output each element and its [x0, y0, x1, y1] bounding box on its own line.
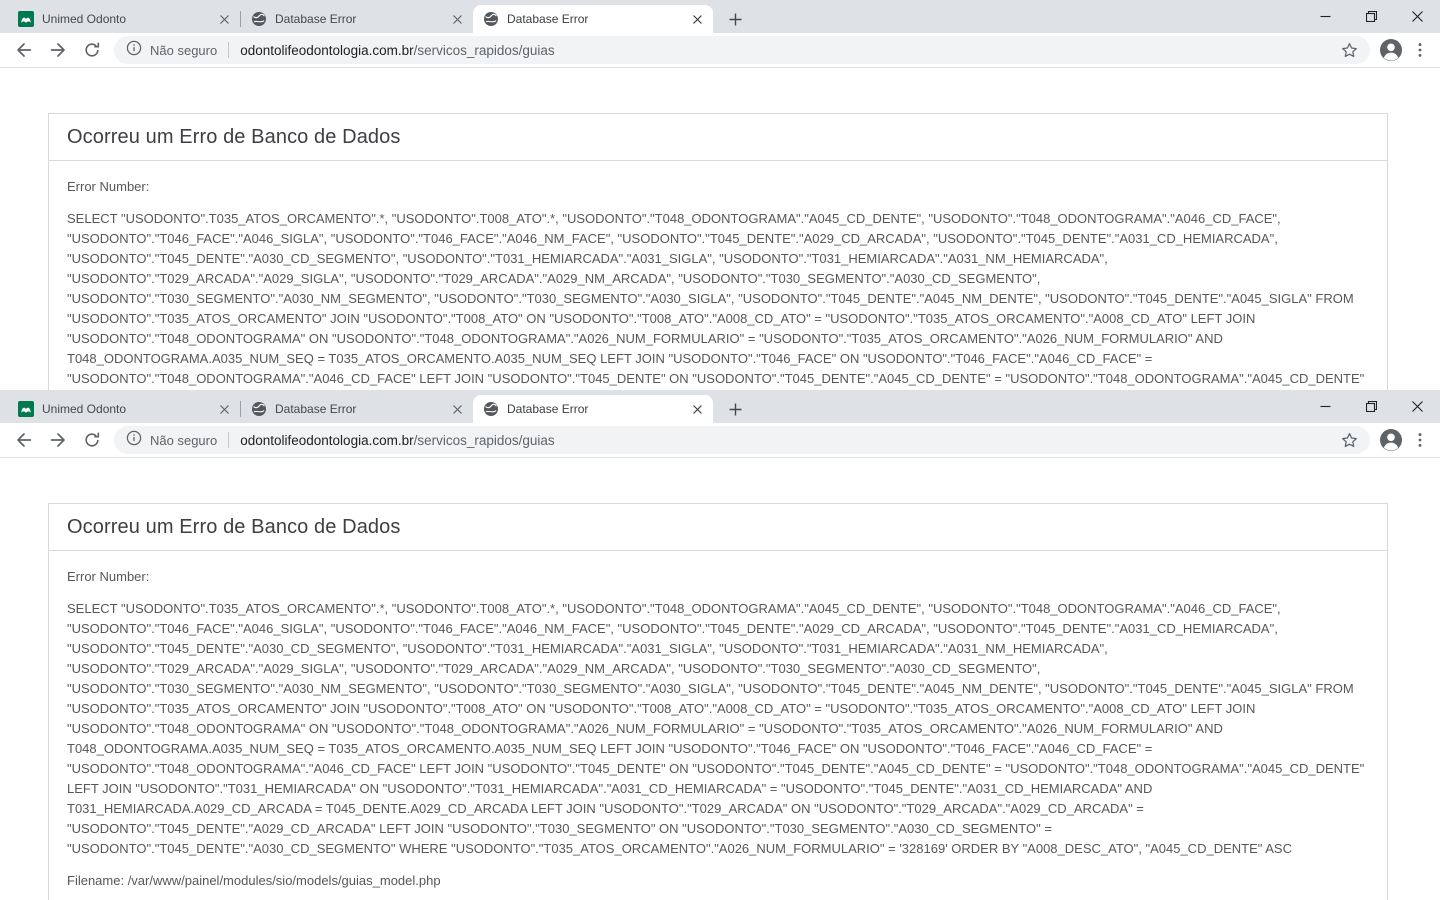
url-input[interactable]: odontolifeodontologia.com.br/servicos_ra… [240, 433, 1333, 448]
forward-icon[interactable] [44, 36, 72, 64]
database-error-box: Ocorreu um Erro de Banco de Dados Error … [48, 113, 1388, 390]
address-bar[interactable]: Não seguro odontolifeodontologia.com.br/… [114, 36, 1370, 64]
new-tab-button[interactable] [721, 5, 749, 33]
error-heading: Ocorreu um Erro de Banco de Dados [49, 114, 1387, 161]
profile-avatar-icon[interactable] [1377, 36, 1405, 64]
toolbar-right [1375, 36, 1433, 64]
restore-button[interactable] [1348, 0, 1394, 33]
unimed-favicon-icon [18, 401, 34, 417]
browser-toolbar: Não seguro odontolifeodontologia.com.br/… [0, 33, 1440, 68]
window-controls [1302, 0, 1440, 33]
tab-unimed-odonto[interactable]: Unimed Odonto [8, 5, 240, 33]
error-body: Error Number: SELECT "USODONTO".T035_ATO… [49, 551, 1387, 900]
tab-database-error-1[interactable]: Database Error [241, 5, 473, 33]
browser-window-top: Unimed Odonto Database Error Database Er… [0, 0, 1440, 390]
tab-close-icon[interactable] [216, 11, 232, 27]
tab-unimed-odonto[interactable]: Unimed Odonto [8, 395, 240, 423]
bookmark-star-icon[interactable] [1341, 42, 1358, 59]
close-window-button[interactable] [1394, 0, 1440, 33]
tab-close-icon[interactable] [689, 11, 705, 27]
sql-query-text: SELECT "USODONTO".T035_ATOS_ORCAMENTO".*… [67, 211, 1365, 386]
database-error-box: Ocorreu um Erro de Banco de Dados Error … [48, 503, 1388, 900]
url-path: /servicos_rapidos/guias [413, 432, 555, 448]
window-controls [1302, 390, 1440, 423]
browser-window-bottom: Unimed Odonto Database Error Database Er… [0, 390, 1440, 900]
close-window-button[interactable] [1394, 390, 1440, 423]
minimize-button[interactable] [1302, 390, 1348, 423]
chrome-menu-icon[interactable] [1407, 36, 1433, 64]
error-heading: Ocorreu um Erro de Banco de Dados [49, 504, 1387, 551]
back-icon[interactable] [10, 36, 38, 64]
bookmark-star-icon[interactable] [1341, 432, 1358, 449]
tab-close-icon[interactable] [449, 401, 465, 417]
site-security-chip[interactable]: Não seguro [126, 430, 217, 451]
tab-title: Database Error [507, 12, 589, 26]
error-body: Error Number: SELECT "USODONTO".T035_ATO… [49, 161, 1387, 390]
site-security-chip[interactable]: Não seguro [126, 40, 217, 61]
minimize-button[interactable] [1302, 0, 1348, 33]
new-tab-button[interactable] [721, 395, 749, 423]
error-number-label: Error Number: [67, 569, 150, 584]
reload-icon[interactable] [78, 426, 106, 454]
tab-title: Database Error [275, 402, 357, 416]
tab-strip: Unimed Odonto Database Error Database Er… [0, 0, 1440, 33]
address-bar[interactable]: Não seguro odontolifeodontologia.com.br/… [114, 426, 1370, 454]
tab-title: Database Error [507, 402, 589, 416]
globe-favicon-icon [251, 401, 267, 417]
tab-close-icon[interactable] [216, 401, 232, 417]
tab-database-error-2-active[interactable]: Database Error [473, 395, 713, 423]
page-content: Ocorreu um Erro de Banco de Dados Error … [0, 113, 1440, 390]
browser-toolbar: Não seguro odontolifeodontologia.com.br/… [0, 423, 1440, 458]
tab-close-icon[interactable] [449, 11, 465, 27]
tab-title: Database Error [275, 12, 357, 26]
tab-database-error-1[interactable]: Database Error [241, 395, 473, 423]
info-icon [126, 40, 142, 61]
security-label: Não seguro [150, 42, 218, 58]
tab-title: Unimed Odonto [42, 402, 127, 416]
tab-close-icon[interactable] [689, 401, 705, 417]
error-number-label: Error Number: [67, 179, 150, 194]
tab-strip: Unimed Odonto Database Error Database Er… [0, 390, 1440, 423]
url-input[interactable]: odontolifeodontologia.com.br/servicos_ra… [240, 43, 1333, 58]
toolbar-right [1375, 426, 1433, 454]
globe-favicon-icon [251, 11, 267, 27]
tab-title: Unimed Odonto [42, 12, 127, 26]
forward-icon[interactable] [44, 426, 72, 454]
url-domain: odontolifeodontologia.com.br [240, 42, 414, 58]
sql-query-text: SELECT "USODONTO".T035_ATOS_ORCAMENTO".*… [67, 601, 1365, 856]
page-content: Ocorreu um Erro de Banco de Dados Error … [0, 503, 1440, 900]
security-label: Não seguro [150, 432, 218, 448]
reload-icon[interactable] [78, 36, 106, 64]
globe-favicon-icon [483, 401, 499, 417]
url-path: /servicos_rapidos/guias [413, 42, 555, 58]
url-domain: odontolifeodontologia.com.br [240, 432, 414, 448]
filename-text: Filename: /var/www/painel/modules/sio/mo… [67, 873, 441, 888]
profile-avatar-icon[interactable] [1377, 426, 1405, 454]
restore-button[interactable] [1348, 390, 1394, 423]
chrome-menu-icon[interactable] [1407, 426, 1433, 454]
omnibox-divider [228, 42, 230, 58]
info-icon [126, 430, 142, 451]
tab-database-error-2-active[interactable]: Database Error [473, 5, 713, 33]
omnibox-divider [228, 432, 230, 448]
back-icon[interactable] [10, 426, 38, 454]
unimed-favicon-icon [18, 11, 34, 27]
globe-favicon-icon [483, 11, 499, 27]
